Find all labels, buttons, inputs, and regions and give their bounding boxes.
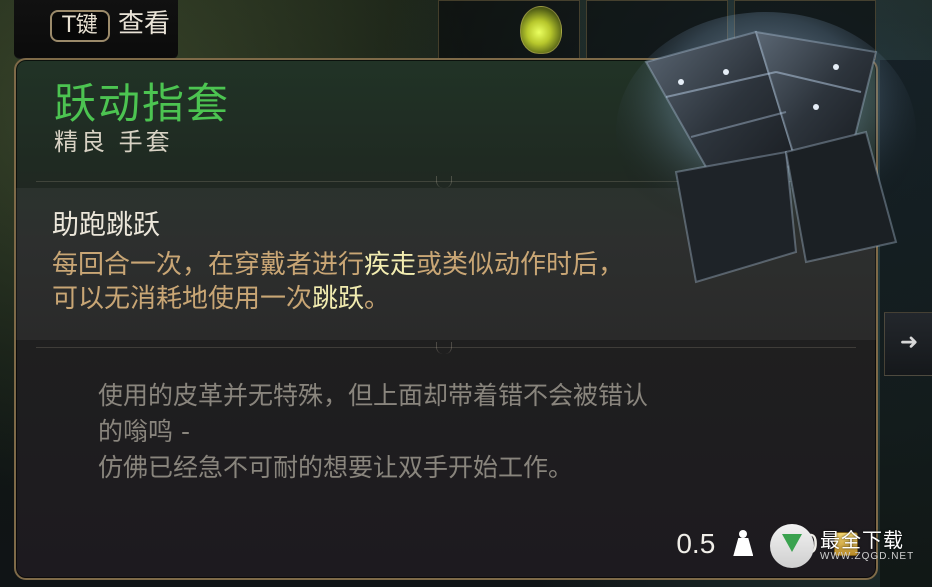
ability-description: 每回合一次，在穿戴者进行疾走或类似动作时后， 可以无消耗地使用一次跳跃。 [52,248,772,316]
watermark: 最全下载 WWW.ZQGD.NET [770,520,920,572]
divider [16,342,876,354]
ability-keyword-jump: 跳跃 [312,284,365,314]
item-name: 跃动指套 [54,79,231,128]
divider [16,176,876,188]
weight-icon [731,530,755,558]
inventory-slot[interactable] [734,0,876,60]
watermark-title: 最全下载 [820,528,904,552]
weight-value: 0.5 [676,528,716,559]
ability-name: 助跑跳跃 [52,210,160,241]
ability-desc-text: 可以无消耗地使用一次 [52,284,313,314]
key-hint-chip[interactable]: T键 [50,10,110,42]
item-title-block: 跃动指套 精良 手套 [54,80,614,190]
watermark-url: WWW.ZQGD.NET [820,551,915,562]
item-subtitle: 精良 手套 [54,128,173,156]
next-arrow-button[interactable]: ➜ [884,312,932,376]
key-hint-action: 查看 [118,9,171,39]
orb-item-icon [520,6,562,54]
item-lore: 使用的皮革并无特殊，但上面却带着错不会被错认 的嗡鸣 - 仿佛已经急不可耐的想要… [98,378,818,486]
ability-desc-text: 。 [364,284,391,314]
lore-line: 仿佛已经急不可耐的想要让双手开始工作。 [98,453,574,482]
watermark-logo-icon [770,524,814,568]
lore-line: 使用的皮革并无特殊，但上面却带着错不会被错认 [98,381,649,410]
arrow-right-icon: ➜ [899,330,919,355]
ability-keyword-sprint: 疾走 [364,250,417,280]
ability-desc-text: 或类似动作时后， [416,250,625,280]
item-tooltip: 跃动指套 精良 手套 助跑跳跃 每回合一次，在穿戴者进行疾走或类似动作时后， 可… [14,58,878,580]
ability-block: 助跑跳跃 每回合一次，在穿戴者进行疾走或类似动作时后， 可以无消耗地使用一次跳跃… [16,188,876,340]
inventory-slot[interactable] [586,0,728,60]
ability-desc-text: 每回合一次，在穿戴者进行 [52,250,365,280]
key-hint-strip: T键 查看 [14,0,178,59]
lore-line: 的嗡鸣 - [98,417,190,446]
